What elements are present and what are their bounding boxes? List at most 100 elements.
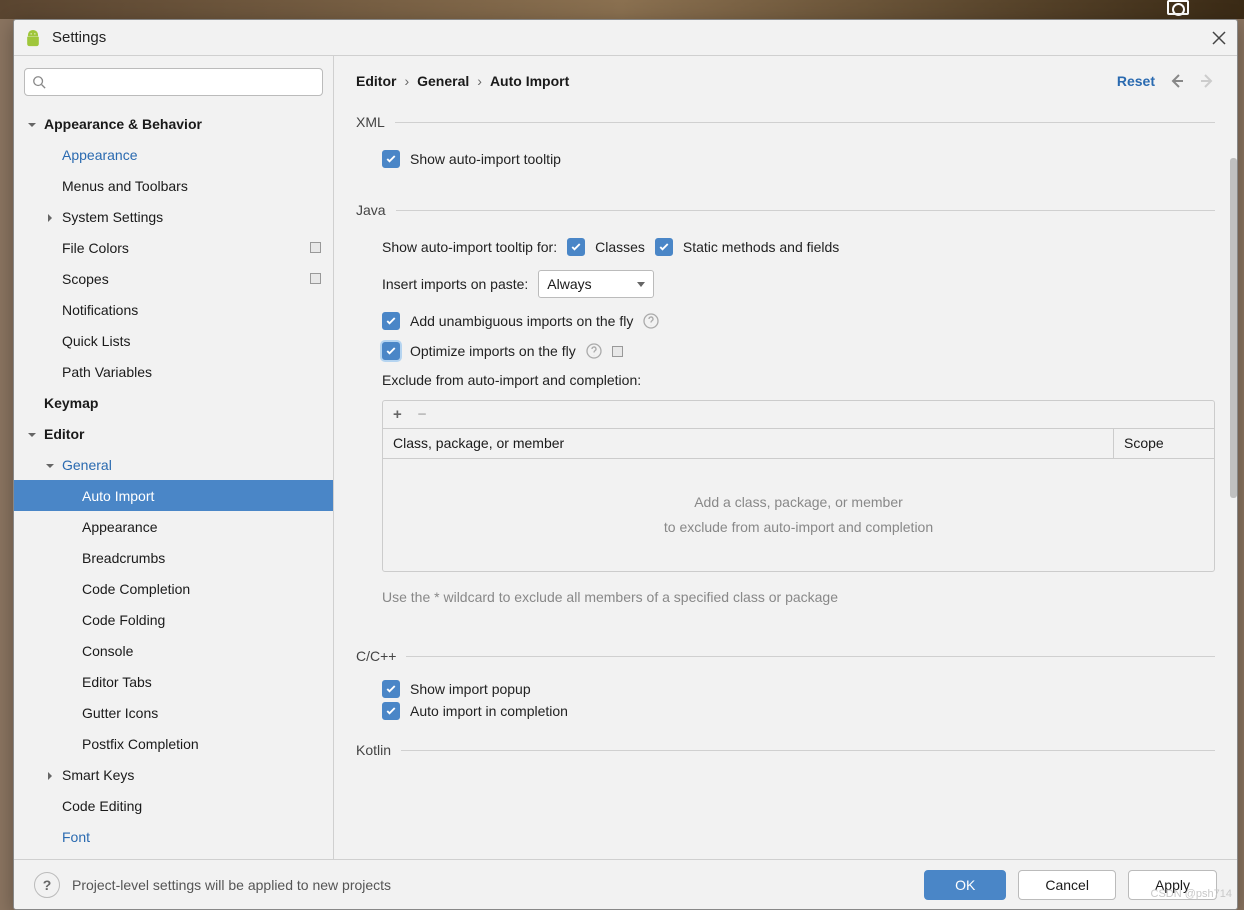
help-icon[interactable] [586, 343, 602, 359]
tree-item-label: Font [62, 829, 90, 845]
breadcrumb-editor[interactable]: Editor [356, 73, 396, 89]
tree-item-notifications[interactable]: Notifications [14, 294, 333, 325]
help-icon[interactable] [643, 313, 659, 329]
sidebar: Appearance & Behavior Appearance Menus and… [14, 56, 334, 859]
tree-item-appearance[interactable]: Appearance [14, 139, 333, 170]
checkbox-optimize-imports[interactable] [382, 342, 400, 360]
tree-item-label: Path Variables [62, 364, 152, 380]
tree-item-editor-tabs[interactable]: Editor Tabs [14, 666, 333, 697]
tree-item-quick-lists[interactable]: Quick Lists [14, 325, 333, 356]
breadcrumb-general[interactable]: General [417, 73, 469, 89]
tree-item-appearance-behavior[interactable]: Appearance & Behavior [14, 108, 333, 139]
label-show-auto-import-tooltip: Show auto-import tooltip [410, 151, 561, 167]
checkbox-show-import-popup[interactable] [382, 680, 400, 698]
exclude-hint: Use the * wildcard to exclude all member… [382, 586, 862, 608]
settings-dialog: Settings Appearance & BehaviorAppearance… [13, 19, 1238, 910]
cancel-button[interactable]: Cancel [1018, 870, 1116, 900]
android-icon [24, 29, 42, 47]
tree-item-smart-keys[interactable]: Smart Keys [14, 759, 333, 790]
chevron-right-icon: › [477, 73, 482, 89]
label-exclude: Exclude from auto-import and completion: [382, 372, 641, 388]
pin-icon [310, 273, 321, 284]
tree-item-label: Menus and Toolbars [62, 178, 188, 194]
watermark: CSDN @psh714 [1151, 888, 1232, 900]
chevron-down-icon [26, 428, 38, 440]
tree-item-code-completion[interactable]: Code Completion [14, 573, 333, 604]
breadcrumb: Editor › General › Auto Import [356, 73, 569, 89]
tree-item-keymap[interactable]: Keymap [14, 387, 333, 418]
checkbox-classes[interactable] [567, 238, 585, 256]
tree-item-gutter-icons[interactable]: Gutter Icons [14, 697, 333, 728]
chevron-down-icon [44, 459, 56, 471]
tree-item-breadcrumbs[interactable]: Breadcrumbs [14, 542, 333, 573]
tree-item-editor[interactable]: Editor [14, 418, 333, 449]
tree-item-postfix-completion[interactable]: Postfix Completion [14, 728, 333, 759]
tree-item-label: Keymap [44, 395, 98, 411]
tree-item-label: Quick Lists [62, 333, 130, 349]
tree-item-auto-import[interactable]: Auto Import [14, 480, 333, 511]
tree-item-menus-and-toolbars[interactable]: Menus and Toolbars [14, 170, 333, 201]
close-icon[interactable] [1211, 30, 1227, 46]
tree-item-label: Console [82, 643, 133, 659]
window-title: Settings [52, 29, 106, 46]
label-classes: Classes [595, 239, 645, 255]
select-insert-imports[interactable]: Always [538, 270, 654, 298]
tree-item-label: Appearance [82, 519, 158, 535]
titlebar: Settings [14, 20, 1237, 56]
section-ccpp-title: C/C++ [356, 648, 396, 664]
label-add-unambiguous: Add unambiguous imports on the fly [410, 313, 633, 329]
chevron-down-icon [26, 118, 38, 130]
pin-icon [310, 242, 321, 253]
tree-item-label: Postfix Completion [82, 736, 199, 752]
tree-item-path-variables[interactable]: Path Variables [14, 356, 333, 387]
label-static-methods: Static methods and fields [683, 239, 839, 255]
reset-button[interactable]: Reset [1117, 73, 1155, 89]
background-top-bar [0, 0, 1244, 19]
remove-icon[interactable]: − [418, 407, 427, 422]
content-panel: Editor › General › Auto Import Reset XML… [334, 56, 1237, 859]
breadcrumb-auto-import: Auto Import [490, 73, 569, 89]
checkbox-show-auto-import-tooltip[interactable] [382, 150, 400, 168]
chevron-right-icon: › [404, 73, 409, 89]
settings-tree[interactable]: Appearance & Behavior Appearance Menus and… [14, 108, 333, 859]
footer-note: Project-level settings will be applied t… [72, 877, 391, 893]
tree-item-font[interactable]: Font [14, 821, 333, 852]
tree-item-scopes[interactable]: Scopes [14, 263, 333, 294]
tree-item-label: Scopes [62, 271, 109, 287]
back-icon[interactable] [1169, 73, 1185, 89]
ok-button[interactable]: OK [924, 870, 1006, 900]
checkbox-auto-import-completion[interactable] [382, 702, 400, 720]
tree-item-label: Editor Tabs [82, 674, 152, 690]
tree-item-code-editing[interactable]: Code Editing [14, 790, 333, 821]
tree-item-system-settings[interactable]: System Settings [14, 201, 333, 232]
camera-icon [1167, 0, 1189, 15]
tree-item-file-colors[interactable]: File Colors [14, 232, 333, 263]
search-input[interactable] [24, 68, 323, 96]
tree-item-label: Gutter Icons [82, 705, 158, 721]
chevron-down-icon [637, 282, 645, 287]
tree-item-appearance[interactable]: Appearance [14, 511, 333, 542]
help-button[interactable]: ? [34, 872, 60, 898]
tree-item-general[interactable]: General [14, 449, 333, 480]
section-kotlin-title: Kotlin [356, 742, 391, 758]
forward-icon[interactable] [1199, 73, 1215, 89]
tree-item-label: Editor [44, 426, 84, 442]
tree-item-label: Auto Import [82, 488, 154, 504]
tree-item-label: Appearance [62, 147, 138, 163]
dialog-footer: ? Project-level settings will be applied… [14, 859, 1237, 909]
section-java-title: Java [356, 202, 386, 218]
select-value: Always [547, 276, 591, 292]
add-icon[interactable]: + [393, 407, 402, 422]
tree-item-label: Smart Keys [62, 767, 134, 783]
exclude-table: + − Class, package, or member Scope Add … [382, 400, 1215, 572]
label-show-import-popup: Show import popup [410, 681, 531, 697]
search-input-wrap [24, 68, 323, 96]
label-tooltip-for: Show auto-import tooltip for: [382, 239, 557, 255]
tree-item-console[interactable]: Console [14, 635, 333, 666]
pin-icon [612, 346, 623, 357]
chevron-right-icon [44, 211, 56, 223]
label-auto-import-completion: Auto import in completion [410, 703, 568, 719]
tree-item-code-folding[interactable]: Code Folding [14, 604, 333, 635]
checkbox-add-unambiguous[interactable] [382, 312, 400, 330]
checkbox-static-methods[interactable] [655, 238, 673, 256]
